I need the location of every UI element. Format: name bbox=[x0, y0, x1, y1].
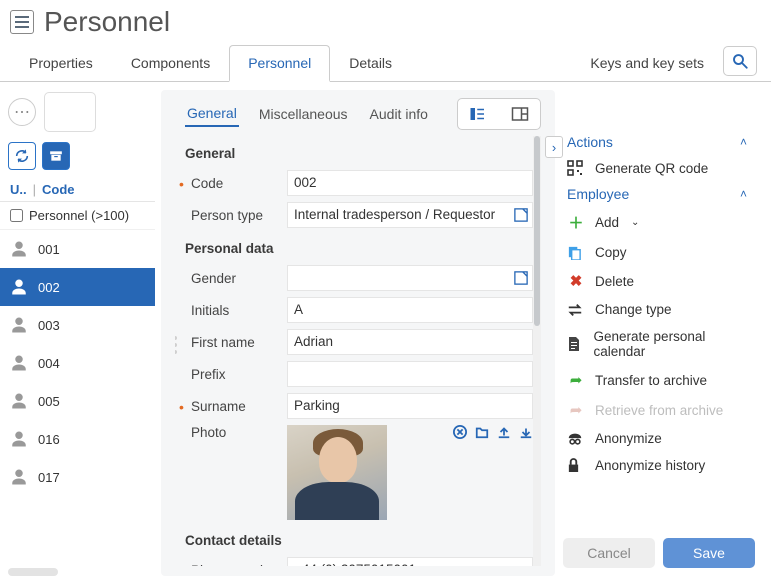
list-item[interactable]: 003 bbox=[0, 306, 155, 344]
input-phone[interactable]: +44 (0) 2075015001 bbox=[287, 557, 533, 566]
person-icon bbox=[10, 468, 28, 486]
list-item[interactable]: 005 bbox=[0, 382, 155, 420]
filter-label: Personnel (>100) bbox=[29, 208, 129, 223]
filter-checkbox[interactable] bbox=[10, 209, 23, 222]
label-surname: Surname bbox=[185, 399, 281, 414]
group-employee[interactable]: Employee˄ bbox=[561, 182, 753, 206]
column-un[interactable]: U.. bbox=[10, 182, 27, 197]
subtab-misc[interactable]: Miscellaneous bbox=[257, 102, 350, 126]
qr-icon bbox=[567, 160, 585, 176]
action-anonymize-history[interactable]: Anonymize history bbox=[561, 452, 753, 479]
cancel-button[interactable]: Cancel bbox=[563, 538, 655, 568]
more-button[interactable]: ⋯ bbox=[8, 98, 36, 126]
photo-remove-icon[interactable] bbox=[453, 425, 467, 439]
action-change-type[interactable]: Change type bbox=[561, 296, 753, 323]
page-title: Personnel bbox=[44, 6, 170, 38]
search-button[interactable] bbox=[723, 46, 757, 76]
person-icon bbox=[10, 240, 28, 258]
label-phone: Phone number bbox=[185, 563, 281, 567]
list-item[interactable]: 016 bbox=[0, 420, 155, 458]
save-button[interactable]: Save bbox=[663, 538, 755, 568]
input-initials[interactable]: A bbox=[287, 297, 533, 323]
drag-handle[interactable] bbox=[175, 336, 177, 354]
list-item[interactable]: 004 bbox=[0, 344, 155, 382]
lock-icon bbox=[567, 458, 585, 473]
photo-download-icon[interactable] bbox=[519, 425, 533, 439]
section-personal: Personal data bbox=[175, 231, 533, 262]
list-item[interactable]: 002 bbox=[0, 268, 155, 306]
photo-upload-icon[interactable] bbox=[497, 425, 511, 439]
incognito-icon bbox=[567, 432, 585, 446]
label-initials: Initials bbox=[185, 303, 281, 318]
tab-keys[interactable]: Keys and key sets bbox=[571, 45, 723, 80]
photo-open-icon[interactable] bbox=[475, 425, 489, 439]
h-scrollbar[interactable] bbox=[8, 568, 58, 576]
label-person-type: Person type bbox=[185, 208, 281, 223]
archive-in-icon: ➦ bbox=[567, 371, 585, 389]
action-copy[interactable]: Copy bbox=[561, 239, 753, 266]
label-code: Code bbox=[185, 176, 281, 191]
main-tabbar: Properties Components Personnel Details … bbox=[0, 44, 771, 82]
photo-preview bbox=[287, 425, 387, 520]
plus-icon: ＋ bbox=[567, 212, 585, 233]
input-person-type[interactable]: Internal tradesperson / Requestor bbox=[287, 202, 533, 228]
section-contact: Contact details bbox=[175, 523, 533, 554]
document-icon bbox=[567, 336, 584, 352]
action-retrieve: ➦Retrieve from archive bbox=[561, 395, 753, 425]
action-delete[interactable]: ✖Delete bbox=[561, 266, 753, 296]
person-icon bbox=[10, 392, 28, 410]
person-icon bbox=[10, 430, 28, 448]
delete-icon: ✖ bbox=[567, 272, 585, 290]
action-archive[interactable]: ➦Transfer to archive bbox=[561, 365, 753, 395]
chevron-up-icon: ˄ bbox=[740, 187, 747, 201]
input-gender[interactable] bbox=[287, 265, 533, 291]
tab-details[interactable]: Details bbox=[330, 45, 411, 80]
action-qr[interactable]: Generate QR code bbox=[561, 154, 753, 182]
form-scrollbar[interactable] bbox=[533, 136, 541, 566]
label-gender: Gender bbox=[185, 271, 281, 286]
view-list-button[interactable] bbox=[460, 101, 496, 127]
tab-components[interactable]: Components bbox=[112, 45, 229, 80]
person-icon bbox=[10, 354, 28, 372]
tab-properties[interactable]: Properties bbox=[10, 45, 112, 80]
input-surname[interactable]: Parking bbox=[287, 393, 533, 419]
input-firstname[interactable]: Adrian bbox=[287, 329, 533, 355]
column-code[interactable]: Code bbox=[42, 182, 75, 197]
action-add[interactable]: ＋Add⌄ bbox=[561, 206, 753, 239]
refresh-button[interactable] bbox=[8, 142, 36, 170]
hamburger-menu[interactable] bbox=[10, 10, 34, 34]
archive-out-icon: ➦ bbox=[567, 401, 585, 419]
archive-button[interactable] bbox=[42, 142, 70, 170]
input-code[interactable]: 002 bbox=[287, 170, 533, 196]
lookup-icon[interactable] bbox=[514, 208, 528, 222]
label-prefix: Prefix bbox=[185, 367, 281, 382]
person-icon bbox=[10, 316, 28, 334]
subtab-general[interactable]: General bbox=[185, 101, 239, 127]
group-actions[interactable]: Actions˄ bbox=[561, 130, 753, 154]
swap-icon bbox=[567, 303, 585, 317]
view-split-button[interactable] bbox=[502, 101, 538, 127]
person-icon bbox=[10, 278, 28, 296]
tab-personnel[interactable]: Personnel bbox=[229, 45, 330, 82]
input-prefix[interactable] bbox=[287, 361, 533, 387]
list-item[interactable]: 017 bbox=[0, 458, 155, 496]
chevron-down-icon: ⌄ bbox=[631, 217, 639, 228]
section-general: General bbox=[175, 136, 533, 167]
label-photo: Photo bbox=[185, 425, 281, 440]
thumbnail-box bbox=[44, 92, 96, 132]
action-anonymize[interactable]: Anonymize bbox=[561, 425, 753, 452]
list-item[interactable]: 001 bbox=[0, 230, 155, 268]
chevron-up-icon: ˄ bbox=[740, 135, 747, 149]
subtab-audit[interactable]: Audit info bbox=[368, 102, 430, 126]
lookup-icon[interactable] bbox=[514, 271, 528, 285]
label-firstname: First name bbox=[185, 335, 281, 350]
action-calendar[interactable]: Generate personal calendar bbox=[561, 323, 753, 365]
copy-icon bbox=[567, 245, 585, 260]
